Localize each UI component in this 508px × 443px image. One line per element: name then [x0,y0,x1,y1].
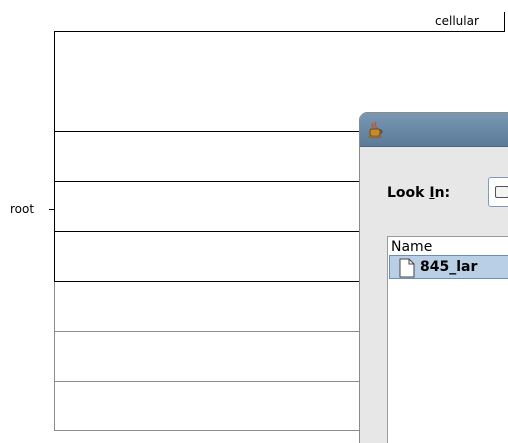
tree-edge [504,12,505,32]
tree-edge [49,209,55,210]
java-cup-icon [368,121,383,139]
tree-edge [54,231,364,232]
file-chooser-dialog: Look In: Name 845_lar [360,113,508,443]
tree-edge [54,181,364,182]
tree-edge [54,331,364,332]
tree-edge [54,281,55,431]
look-in-label: Look In: [387,185,451,201]
list-item[interactable]: 845_lar [389,255,508,279]
tree-edge [54,430,364,431]
tree-edge [54,31,504,32]
tree-edge [54,131,364,132]
file-name: 845_lar [420,259,478,275]
file-list[interactable]: Name 845_lar [387,236,508,443]
look-in-combo[interactable] [488,177,508,207]
cellular-label: cellular [435,14,479,28]
folder-icon [495,186,508,198]
dialog-titlebar[interactable] [360,113,508,147]
tree-edge [54,281,364,282]
tree-edge [54,31,55,281]
file-icon [399,258,415,278]
tree-edge [54,381,364,382]
name-column-header[interactable]: Name [391,240,432,255]
root-label: root [10,202,35,216]
